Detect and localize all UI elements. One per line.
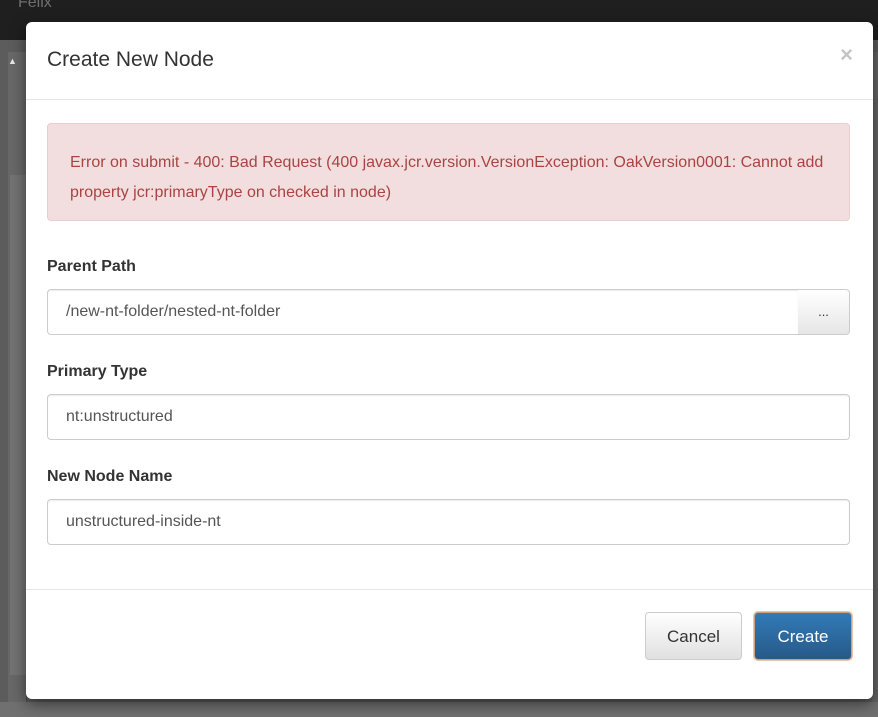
close-icon[interactable]: ×	[840, 44, 853, 66]
node-name-label: New Node Name	[47, 468, 173, 485]
primary-type-input[interactable]: nt:unstructured	[47, 394, 850, 440]
parent-path-input[interactable]: /new-nt-folder/nested-nt-folder	[47, 289, 799, 335]
app-bottom-area	[0, 702, 878, 717]
caret-up-icon: ▲	[8, 56, 17, 66]
app-brand: Felix	[18, 0, 52, 11]
app-side-panel-inner	[10, 175, 26, 675]
dialog-footer: Cancel Create	[26, 589, 873, 699]
create-button[interactable]: Create	[754, 612, 852, 660]
dialog-title: Create New Node	[47, 48, 214, 71]
parent-path-label: Parent Path	[47, 258, 136, 275]
node-name-input[interactable]: unstructured-inside-nt	[47, 499, 850, 545]
cancel-button[interactable]: Cancel	[645, 612, 742, 660]
primary-type-label: Primary Type	[47, 363, 148, 380]
create-node-dialog: Create New Node × Error on submit - 400:…	[26, 22, 873, 699]
error-alert: Error on submit - 400: Bad Request (400 …	[47, 123, 850, 221]
browse-path-button[interactable]: ...	[798, 289, 850, 335]
dialog-header: Create New Node ×	[26, 22, 873, 100]
